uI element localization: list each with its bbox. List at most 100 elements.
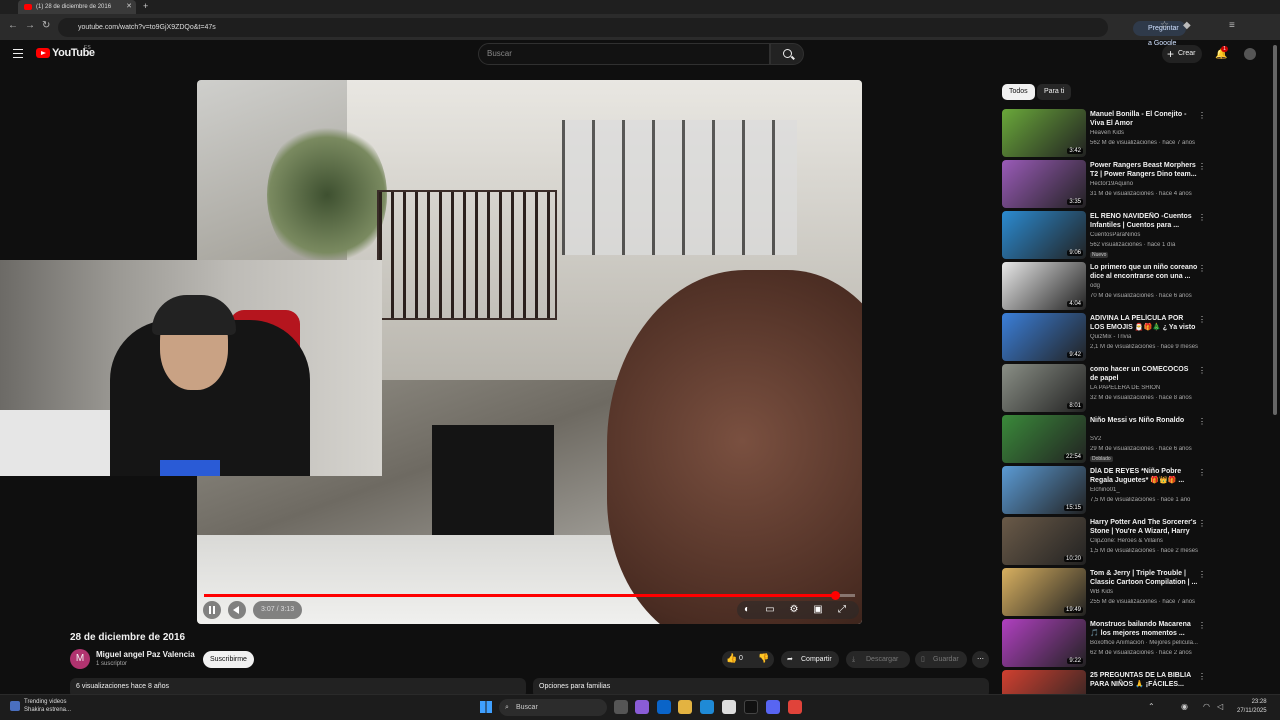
recommended-video[interactable]: 15:15 DÍA DE REYES *Niño Pobre Regala Jug… [1002,466,1207,514]
back-icon[interactable]: ← [8,20,18,31]
more-options-icon[interactable]: ⋮ [1198,570,1206,579]
wifi-icon[interactable]: ◠ [1203,702,1210,711]
more-options-icon[interactable]: ⋮ [1198,621,1206,630]
video-channel[interactable]: odg [1090,283,1198,289]
account-avatar[interactable] [1244,48,1256,60]
video-title-link[interactable]: Lo primero que un niño coreano dice al e… [1090,263,1198,281]
subscribe-button[interactable]: Suscribirme [203,651,254,668]
video-title-link[interactable]: Niño Messi vs Niño Ronaldo [1090,416,1198,425]
more-actions-button[interactable]: ⋯ [972,651,989,668]
more-options-icon[interactable]: ⋮ [1198,519,1206,528]
close-tab-icon[interactable]: ✕ [126,0,132,14]
reload-icon[interactable]: ↻ [42,20,50,31]
recommended-video[interactable]: 19:49 Tom & Jerry | Triple Trouble | Clas… [1002,568,1207,616]
chip-for-you[interactable]: Para ti [1037,84,1072,100]
video-thumbnail[interactable]: 4:04 [1002,262,1086,310]
video-channel[interactable]: ClipZone: Heroes & Villains [1090,538,1198,544]
video-thumbnail[interactable]: 10:20 [1002,517,1086,565]
video-title-link[interactable]: Harry Potter And The Sorcerer's Stone | … [1090,518,1198,537]
video-channel[interactable]: CuentosParaNiños [1090,232,1198,238]
store-icon[interactable] [722,700,736,714]
address-input[interactable]: youtube.com/watch?v=to9GjX9ZDQo&t=47s Pr… [58,18,1186,47]
tray-mic-icon[interactable]: ◉ [1181,702,1188,711]
video-channel[interactable]: Boxoffice Animación · Mejores película..… [1090,640,1198,646]
system-clock[interactable]: 23:28 27/11/2025 [1237,698,1267,716]
video-title-link[interactable]: ADIVINA LA PELÍCULA POR LOS EMOJIS 🎅🎁🎄 ¿… [1090,314,1198,333]
video-title-link[interactable]: Power Rangers Beast Morphers T2 | Power … [1090,161,1198,179]
discord-icon[interactable] [766,700,780,714]
news-widget[interactable]: Trending videos Shakira estrena... [10,698,71,714]
video-thumbnail[interactable]: 15:15 [1002,466,1086,514]
extension-icon[interactable]: ◆ [1183,20,1191,31]
edge-icon[interactable] [700,700,714,714]
more-options-icon[interactable]: ⋮ [1198,213,1206,222]
search-input[interactable]: Buscar [478,43,770,65]
menu-icon[interactable]: ≡ [1229,20,1235,31]
youtube-logo-icon[interactable] [36,48,50,58]
video-thumbnail[interactable]: 3:42 [1002,109,1086,157]
copilot-icon[interactable] [635,700,649,714]
dislike-icon[interactable]: 👎 [758,653,769,664]
subtitles-icon[interactable]: ▭ [765,605,775,615]
video-thumbnail[interactable]: 8:01 [1002,364,1086,412]
save-button[interactable]: ▯ Guardar [915,651,967,668]
chip-all[interactable]: Todos [1002,84,1035,100]
windows-start-icon[interactable] [480,701,492,713]
like-icon[interactable]: 👍 [726,653,737,664]
video-title-link[interactable]: Tom & Jerry | Triple Trouble | Classic C… [1090,569,1198,587]
video-channel[interactable]: Elchino01_ [1090,487,1198,493]
video-title-link[interactable]: DÍA DE REYES *Niño Pobre Regala Juguetes… [1090,467,1198,485]
more-options-icon[interactable]: ⋮ [1198,162,1206,171]
video-thumbnail[interactable]: 3:35 [1002,160,1086,208]
more-options-icon[interactable]: ⋮ [1198,264,1206,273]
recommended-video[interactable]: 9:06 EL RENO NAVIDEÑO -Cuentos Infantiles… [1002,211,1207,259]
recommended-video[interactable]: 22:54 Niño Messi vs Niño Ronaldo SV2 29 M d… [1002,415,1207,463]
autoplay-toggle-icon[interactable]: ◐ [742,605,752,615]
page-scrollbar[interactable] [1273,45,1277,415]
video-channel[interactable]: SV2 [1090,436,1198,442]
fullscreen-icon[interactable]: ⤢ [837,605,847,615]
speaker-icon[interactable]: ◁ [1217,702,1223,711]
more-options-icon[interactable]: ⋮ [1198,315,1206,324]
miniplayer-icon[interactable]: ▣ [813,605,823,615]
progress-bar[interactable] [204,591,855,600]
video-channel[interactable]: QuizMix - Trivia [1090,334,1198,340]
video-title-link[interactable]: Monstruos bailando Macarena 🎵 los mejore… [1090,620,1198,638]
more-options-icon[interactable]: ⋮ [1198,672,1206,681]
recommended-video[interactable]: 9:22 Monstruos bailando Macarena 🎵 los me… [1002,619,1207,667]
more-options-icon[interactable]: ⋮ [1198,417,1206,426]
download-button[interactable]: ⤓ Descargar [846,651,910,668]
video-channel[interactable]: LA PAPELERA DE SHION [1090,385,1198,391]
share-button[interactable]: ➦ Compartir [781,651,839,668]
video-thumbnail[interactable]: 9:42 [1002,313,1086,361]
video-thumbnail[interactable]: 22:54 [1002,415,1086,463]
forward-icon[interactable]: → [25,20,35,31]
video-thumbnail[interactable]: 19:49 [1002,568,1086,616]
settings-gear-icon[interactable]: ⚙ [789,605,799,615]
video-channel[interactable]: Heaven Kids [1090,130,1198,136]
volume-icon[interactable] [228,601,246,619]
video-thumbnail[interactable]: 9:06 [1002,211,1086,259]
recommended-video[interactable]: 8:01 como hacer un COMECOCOS de papel LA P… [1002,364,1207,412]
more-options-icon[interactable]: ⋮ [1198,366,1206,375]
chrome-icon[interactable] [788,700,802,714]
video-thumbnail[interactable]: 9:22 [1002,619,1086,667]
tray-chevron-icon[interactable]: ⌃ [1148,702,1155,711]
search-button[interactable] [770,43,804,65]
hamburger-menu-icon[interactable] [13,49,23,58]
video-title-link[interactable]: Manuel Bonilla - El Conejito - Viva El A… [1090,110,1198,128]
task-view-icon[interactable] [614,700,628,714]
video-title-link[interactable]: EL RENO NAVIDEÑO -Cuentos Infantiles | C… [1090,212,1198,230]
new-tab-icon[interactable]: + [143,1,148,11]
more-options-icon[interactable]: ⋮ [1198,111,1206,120]
video-channel[interactable]: Hector19Aquino [1090,181,1198,187]
tiktok-icon[interactable] [744,700,758,714]
create-button[interactable]: + Crear [1162,45,1202,63]
more-options-icon[interactable]: ⋮ [1198,468,1206,477]
taskbar-search[interactable]: ⌕ Buscar [499,699,607,716]
file-explorer-icon[interactable] [678,700,692,714]
recommended-video[interactable]: 9:42 ADIVINA LA PELÍCULA POR LOS EMOJIS 🎅… [1002,313,1207,361]
recommended-video[interactable]: 10:20 Harry Potter And The Sorcerer's Sto… [1002,517,1207,565]
channel-name[interactable]: Miguel angel Paz Valencia [96,650,195,659]
outlook-icon[interactable] [657,700,671,714]
